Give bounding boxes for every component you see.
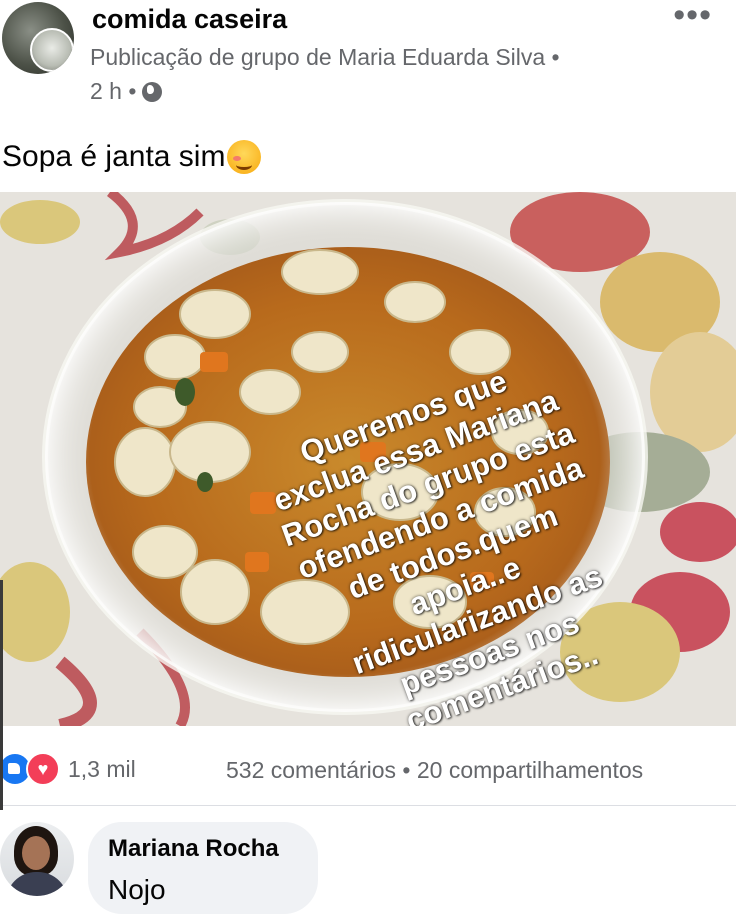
comments-shares-summary[interactable]: 532 comentários • 20 compartilhamentos (226, 757, 643, 784)
comment-author-link[interactable]: Mariana Rocha (108, 835, 279, 863)
globe-icon (142, 81, 163, 102)
reaction-count: 1,3 mil (68, 755, 136, 782)
love-icon (26, 752, 60, 786)
post-photo[interactable]: Queremos que exclua essa Mariana Rocha d… (0, 192, 736, 726)
smiling-face-icon (227, 140, 262, 174)
post-author-meta[interactable]: Publicação de grupo de Maria Eduarda Sil… (90, 44, 560, 71)
avatar[interactable] (0, 822, 74, 896)
post-header: comida caseira Publicação de grupo de Ma… (0, 0, 736, 110)
group-name-link[interactable]: comida caseira (92, 4, 287, 35)
post-timestamp[interactable]: 2 h • (90, 78, 163, 105)
divider (0, 805, 736, 806)
post-text: Sopa é janta sim (2, 140, 262, 174)
comment-text: Nojo (108, 874, 166, 905)
avatar-face (22, 836, 50, 870)
post-time-text: 2 h • (90, 78, 137, 104)
group-avatar[interactable] (2, 2, 74, 74)
more-options-icon[interactable]: ••• (673, 0, 712, 32)
post-text-content: Sopa é janta sim (2, 140, 226, 173)
avatar-body (6, 872, 68, 896)
scroll-edge (0, 580, 3, 810)
reactions-summary[interactable]: 1,3 mil (0, 752, 136, 786)
member-avatar (30, 28, 74, 72)
